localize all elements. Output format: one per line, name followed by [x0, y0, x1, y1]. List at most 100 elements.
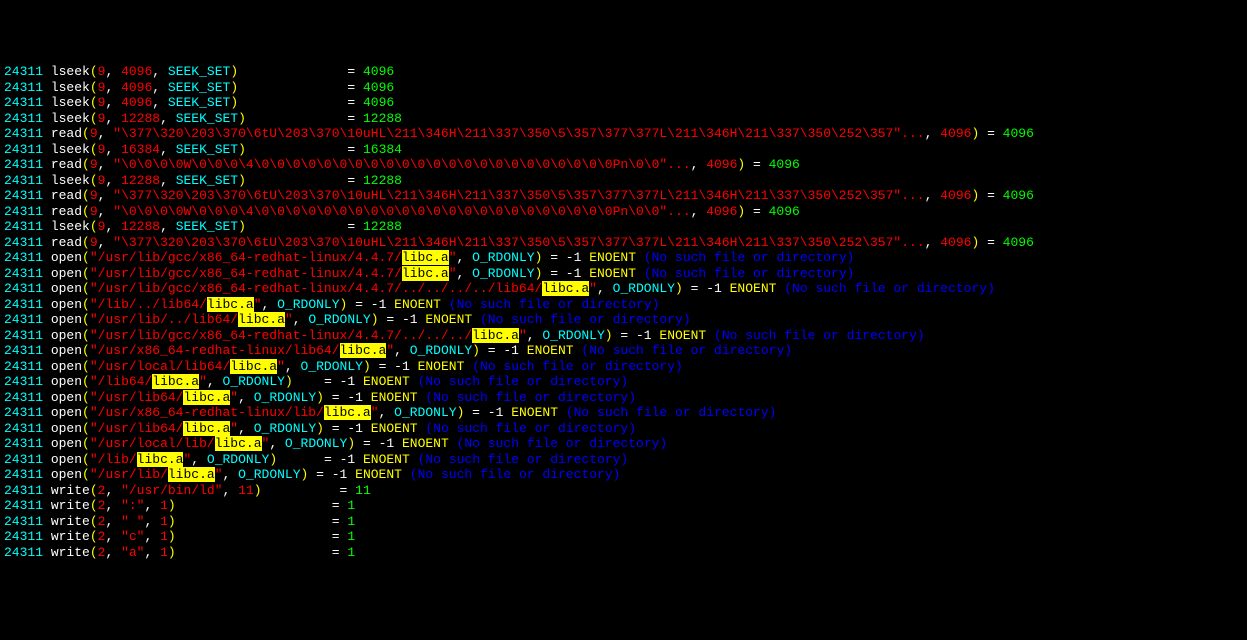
pid: 24311	[4, 359, 43, 374]
strace-line: 24311 open("/usr/lib/../lib64/libc.a", O…	[4, 312, 1243, 328]
pid: 24311	[4, 80, 43, 95]
pid: 24311	[4, 405, 43, 420]
pid: 24311	[4, 281, 43, 296]
strace-line: 24311 write(2, ":", 1) = 1	[4, 498, 1243, 514]
pid: 24311	[4, 545, 43, 560]
syscall-name: lseek	[51, 95, 90, 110]
syscall-name: open	[51, 250, 82, 265]
syscall-name: write	[51, 498, 90, 513]
syscall-name: open	[51, 359, 82, 374]
syscall-name: write	[51, 514, 90, 529]
strace-line: 24311 write(2, " ", 1) = 1	[4, 514, 1243, 530]
strace-line: 24311 write(2, "a", 1) = 1	[4, 545, 1243, 561]
syscall-name: lseek	[51, 80, 90, 95]
pid: 24311	[4, 250, 43, 265]
pid: 24311	[4, 204, 43, 219]
syscall-name: open	[51, 390, 82, 405]
strace-line: 24311 write(2, "c", 1) = 1	[4, 529, 1243, 545]
syscall-name: lseek	[51, 219, 90, 234]
pid: 24311	[4, 157, 43, 172]
pid: 24311	[4, 95, 43, 110]
syscall-name: read	[51, 235, 82, 250]
strace-line: 24311 open("/usr/lib/gcc/x86_64-redhat-l…	[4, 281, 1243, 297]
highlight-match: libc.a	[402, 266, 449, 281]
highlight-match: libc.a	[207, 297, 254, 312]
pid: 24311	[4, 514, 43, 529]
highlight-match: libc.a	[183, 421, 230, 436]
highlight-match: libc.a	[215, 436, 262, 451]
highlight-match: libc.a	[472, 328, 519, 343]
syscall-name: read	[51, 126, 82, 141]
strace-line: 24311 lseek(9, 12288, SEEK_SET) = 12288	[4, 173, 1243, 189]
strace-line: 24311 open("/usr/x86_64-redhat-linux/lib…	[4, 405, 1243, 421]
pid: 24311	[4, 343, 43, 358]
highlight-match: libc.a	[542, 281, 589, 296]
pid: 24311	[4, 126, 43, 141]
syscall-name: lseek	[51, 111, 90, 126]
strace-line: 24311 open("/usr/x86_64-redhat-linux/lib…	[4, 343, 1243, 359]
syscall-name: read	[51, 157, 82, 172]
syscall-name: open	[51, 467, 82, 482]
strace-line: 24311 read(9, "\377\320\203\370\6tU\203\…	[4, 188, 1243, 204]
pid: 24311	[4, 390, 43, 405]
highlight-match: libc.a	[402, 250, 449, 265]
pid: 24311	[4, 421, 43, 436]
syscall-name: write	[51, 545, 90, 560]
syscall-name: write	[51, 483, 90, 498]
strace-line: 24311 open("/usr/lib/gcc/x86_64-redhat-l…	[4, 250, 1243, 266]
syscall-name: lseek	[51, 142, 90, 157]
strace-line: 24311 lseek(9, 4096, SEEK_SET) = 4096	[4, 95, 1243, 111]
highlight-match: libc.a	[324, 405, 371, 420]
highlight-match: libc.a	[238, 312, 285, 327]
pid: 24311	[4, 498, 43, 513]
highlight-match: libc.a	[340, 343, 387, 358]
pid: 24311	[4, 266, 43, 281]
strace-line: 24311 lseek(9, 12288, SEEK_SET) = 12288	[4, 111, 1243, 127]
syscall-name: open	[51, 436, 82, 451]
syscall-name: open	[51, 405, 82, 420]
pid: 24311	[4, 452, 43, 467]
pid: 24311	[4, 436, 43, 451]
syscall-name: open	[51, 452, 82, 467]
strace-line: 24311 open("/usr/lib/gcc/x86_64-redhat-l…	[4, 328, 1243, 344]
highlight-match: libc.a	[152, 374, 199, 389]
strace-line: 24311 open("/usr/lib/gcc/x86_64-redhat-l…	[4, 266, 1243, 282]
pid: 24311	[4, 64, 43, 79]
pid: 24311	[4, 467, 43, 482]
highlight-match: libc.a	[137, 452, 184, 467]
strace-line: 24311 open("/usr/local/lib64/libc.a", O_…	[4, 359, 1243, 375]
strace-line: 24311 read(9, "\0\0\0\0W\0\0\0\4\0\0\0\0…	[4, 157, 1243, 173]
pid: 24311	[4, 188, 43, 203]
strace-line: 24311 open("/usr/local/lib/libc.a", O_RD…	[4, 436, 1243, 452]
strace-line: 24311 read(9, "\377\320\203\370\6tU\203\…	[4, 235, 1243, 251]
strace-line: 24311 read(9, "\377\320\203\370\6tU\203\…	[4, 126, 1243, 142]
strace-line: 24311 read(9, "\0\0\0\0W\0\0\0\4\0\0\0\0…	[4, 204, 1243, 220]
strace-line: 24311 open("/lib64/libc.a", O_RDONLY) = …	[4, 374, 1243, 390]
strace-line: 24311 open("/usr/lib64/libc.a", O_RDONLY…	[4, 421, 1243, 437]
strace-line: 24311 write(2, "/usr/bin/ld", 11) = 11	[4, 483, 1243, 499]
syscall-name: open	[51, 328, 82, 343]
pid: 24311	[4, 297, 43, 312]
syscall-name: open	[51, 312, 82, 327]
strace-line: 24311 lseek(9, 4096, SEEK_SET) = 4096	[4, 80, 1243, 96]
strace-line: 24311 lseek(9, 16384, SEEK_SET) = 16384	[4, 142, 1243, 158]
strace-line: 24311 open("/lib/../lib64/libc.a", O_RDO…	[4, 297, 1243, 313]
syscall-name: read	[51, 188, 82, 203]
syscall-name: lseek	[51, 64, 90, 79]
strace-line: 24311 lseek(9, 4096, SEEK_SET) = 4096	[4, 64, 1243, 80]
pid: 24311	[4, 111, 43, 126]
pid: 24311	[4, 312, 43, 327]
syscall-name: open	[51, 421, 82, 436]
pid: 24311	[4, 173, 43, 188]
highlight-match: libc.a	[230, 359, 277, 374]
syscall-name: read	[51, 204, 82, 219]
syscall-name: open	[51, 374, 82, 389]
pid: 24311	[4, 529, 43, 544]
pid: 24311	[4, 142, 43, 157]
syscall-name: open	[51, 343, 82, 358]
strace-line: 24311 open("/usr/lib64/libc.a", O_RDONLY…	[4, 390, 1243, 406]
syscall-name: open	[51, 297, 82, 312]
highlight-match: libc.a	[183, 390, 230, 405]
highlight-match: libc.a	[168, 467, 215, 482]
syscall-name: lseek	[51, 173, 90, 188]
